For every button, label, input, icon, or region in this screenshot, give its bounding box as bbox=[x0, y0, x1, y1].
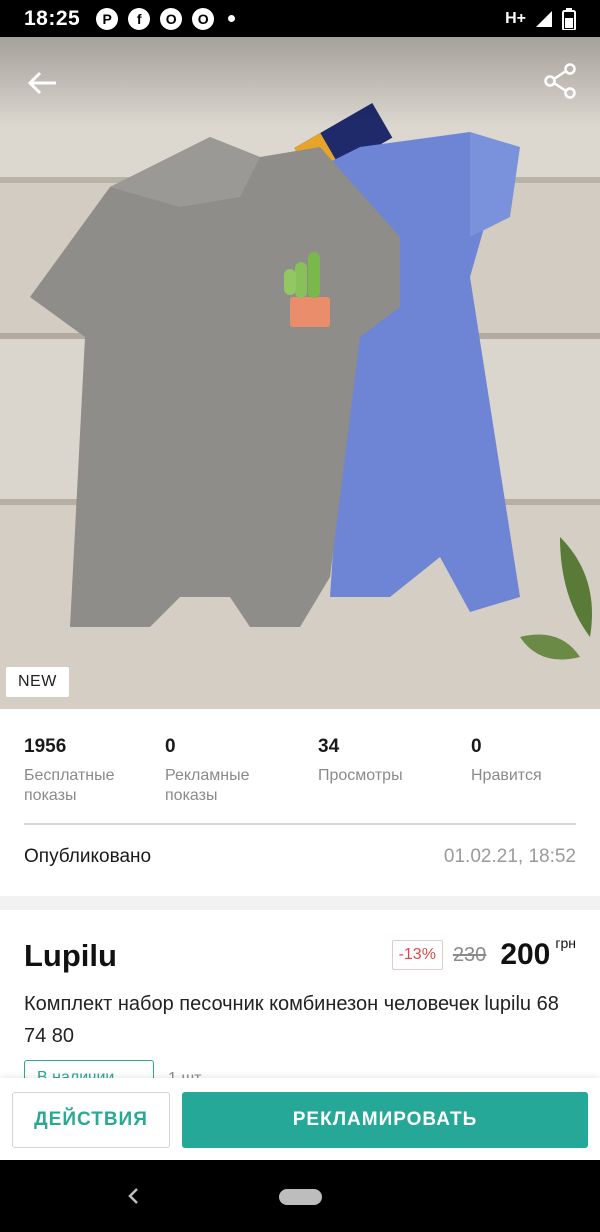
stat-value: 34 bbox=[318, 736, 340, 757]
stat-free-impressions: 1956 Бесплатные показы bbox=[24, 736, 165, 806]
new-badge: NEW bbox=[6, 667, 69, 697]
old-price: 230 bbox=[452, 943, 487, 966]
divider bbox=[24, 823, 576, 825]
published-date: 01.02.21, 18:52 bbox=[443, 846, 576, 867]
system-nav-bar bbox=[0, 1160, 600, 1232]
product-description: Комплект набор песочник комбинезон челов… bbox=[24, 993, 559, 1047]
product-photo[interactable]: NEW bbox=[0, 37, 600, 709]
action-bar: ДЕЙСТВИЯ РЕКЛАМИРОВАТЬ bbox=[0, 1078, 600, 1160]
notification-icons: P f O O bbox=[96, 7, 236, 30]
actions-button[interactable]: ДЕЙСТВИЯ bbox=[12, 1092, 170, 1148]
promote-button[interactable]: РЕКЛАМИРОВАТЬ bbox=[182, 1092, 588, 1148]
facebook-icon: f bbox=[128, 7, 151, 30]
stat-label: Бесплатные показы bbox=[24, 767, 115, 804]
stat-ad-impressions: 0 Рекламные показы bbox=[165, 736, 318, 806]
currency: грн bbox=[555, 935, 576, 951]
opera-icon: O bbox=[160, 7, 183, 30]
system-icons: H+ bbox=[505, 7, 576, 30]
network-type: H+ bbox=[505, 9, 526, 27]
status-bar: 18:25 P f O O H+ bbox=[0, 0, 600, 37]
stat-label: Рекламные показы bbox=[165, 767, 250, 804]
section-separator bbox=[0, 896, 600, 910]
dot-icon bbox=[228, 15, 236, 22]
nav-home-pill[interactable] bbox=[279, 1189, 322, 1205]
back-arrow-icon[interactable] bbox=[24, 63, 64, 103]
stat-value: 1956 bbox=[24, 736, 67, 757]
opera-icon: O bbox=[192, 7, 215, 30]
current-price: 200 bbox=[500, 938, 551, 971]
stat-value: 0 bbox=[471, 736, 482, 757]
nav-back-icon[interactable] bbox=[120, 1182, 148, 1210]
stat-value: 0 bbox=[165, 736, 176, 757]
product-image bbox=[0, 37, 600, 709]
photo-top-gradient bbox=[0, 37, 600, 127]
share-icon[interactable] bbox=[540, 61, 580, 101]
stat-label: Нравится bbox=[471, 767, 542, 784]
product-title: Lupilu bbox=[24, 938, 117, 973]
stat-label: Просмотры bbox=[318, 767, 403, 784]
stat-likes: 0 Нравится bbox=[471, 736, 576, 806]
signal-icon bbox=[536, 10, 552, 27]
battery-icon bbox=[562, 7, 576, 30]
discount-badge: -13% bbox=[391, 940, 443, 970]
price-row: -13% 230 200 грн bbox=[391, 935, 576, 972]
published-row: Опубликовано 01.02.21, 18:52 bbox=[24, 846, 576, 868]
published-label: Опубликовано bbox=[24, 846, 152, 867]
listing-stats: 1956 Бесплатные показы 0 Рекламные показы … bbox=[24, 736, 576, 806]
status-time: 18:25 bbox=[24, 6, 81, 30]
stat-views: 34 Просмотры bbox=[318, 736, 471, 806]
p-circle-icon: P bbox=[96, 7, 119, 30]
